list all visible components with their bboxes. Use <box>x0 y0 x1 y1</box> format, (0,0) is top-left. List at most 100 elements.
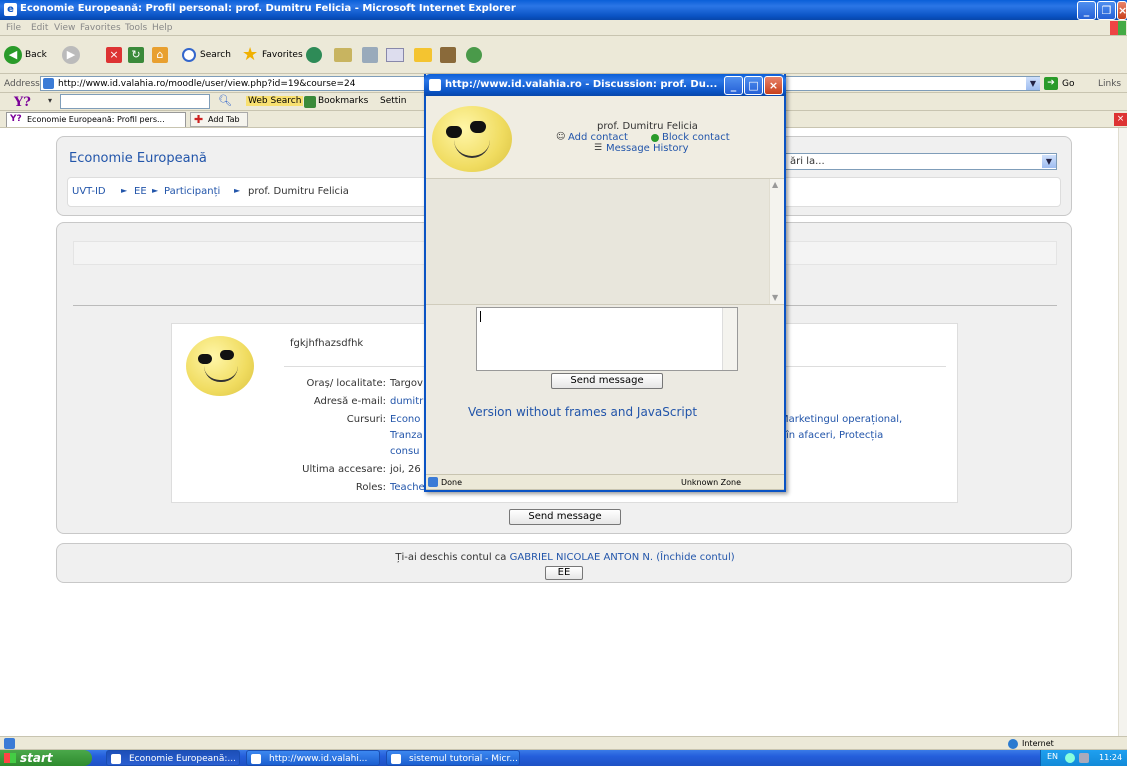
breadcrumb-sep-1: ► <box>121 186 128 195</box>
courses-value-1[interactable]: Econo <box>390 414 420 425</box>
go-arrow-icon[interactable]: ➔ <box>1044 77 1058 90</box>
tray-icon-2[interactable] <box>1079 753 1089 763</box>
textarea-scrollbar[interactable] <box>722 308 737 370</box>
popup-minimize-button[interactable]: _ <box>724 76 743 95</box>
scroll-down-icon[interactable]: ▼ <box>772 293 778 302</box>
courses-right-2[interactable]: în afaceri, Protecția <box>786 430 883 441</box>
folder-icon[interactable] <box>414 48 432 62</box>
back-icon[interactable]: ◀ <box>4 46 22 64</box>
stop-icon[interactable]: × <box>106 47 122 63</box>
close-button[interactable]: × <box>1117 1 1127 20</box>
menu-tools[interactable]: Tools <box>125 23 147 33</box>
ie-icon: e <box>4 3 17 16</box>
compose-pane: Send message Version without frames and … <box>426 304 784 474</box>
edit-icon[interactable] <box>386 48 404 62</box>
menu-edit[interactable]: Edit <box>31 23 48 33</box>
yahoo-bookmarks[interactable]: Bookmarks <box>318 96 368 106</box>
email-value[interactable]: dumitr <box>390 396 423 407</box>
message-history-link[interactable]: Message History <box>606 143 689 154</box>
search-label[interactable]: Search <box>200 50 231 60</box>
menu-file[interactable]: File <box>6 23 21 33</box>
breadcrumb-ee[interactable]: EE <box>134 186 147 197</box>
taskbar-item-2-label: http://www.id.valahi... <box>269 754 368 764</box>
breadcrumb-participants[interactable]: Participanți <box>164 186 220 197</box>
yahoo-search-icon[interactable]: 🔍︎ <box>218 94 232 107</box>
refresh-icon[interactable]: ↻ <box>128 47 144 63</box>
browser-title-bar[interactable]: e Economie Europeană: Profil personal: p… <box>0 0 1127 20</box>
message-history-pane: ▲ ▼ <box>426 178 784 305</box>
yahoo-logo-icon[interactable]: Y? <box>14 95 31 110</box>
menu-favorites[interactable]: Favorites <box>80 23 121 33</box>
logout-link[interactable]: (Închide contul) <box>656 552 734 563</box>
yahoo-dropdown-icon[interactable]: ▾ <box>48 96 52 105</box>
yahoo-web-search[interactable]: Web Search <box>246 96 304 106</box>
minimize-button[interactable]: _ <box>1077 1 1096 20</box>
history-icon[interactable] <box>306 47 322 63</box>
page-footer: Ți-ai deschis contul ca GABRIEL NICOLAE … <box>56 543 1072 583</box>
favorites-star-icon[interactable]: ★ <box>242 44 258 65</box>
breadcrumb-sep-2: ► <box>152 186 159 195</box>
status-page-icon <box>4 738 15 749</box>
popup-ie-icon <box>429 79 441 91</box>
messenger-icon[interactable] <box>466 47 482 63</box>
forward-icon[interactable]: ▶ <box>62 46 80 64</box>
send-message-button[interactable]: Send message <box>509 509 621 525</box>
popup-send-button[interactable]: Send message <box>551 373 663 389</box>
popup-maximize-button[interactable]: □ <box>744 76 763 95</box>
menu-view[interactable]: View <box>54 23 75 33</box>
mail-icon[interactable] <box>334 48 352 62</box>
restore-button[interactable]: ❐ <box>1097 1 1116 20</box>
popup-title: http://www.id.valahia.ro - Discussion: p… <box>445 79 718 90</box>
courses-value-2[interactable]: Tranza <box>390 430 423 441</box>
popup-title-bar[interactable]: http://www.id.valahia.ro - Discussion: p… <box>424 74 786 96</box>
system-tray: EN 11:24 <box>1040 750 1127 766</box>
go-button[interactable]: Go <box>1062 79 1074 89</box>
breadcrumb-uvt[interactable]: UVT-ID <box>72 186 106 197</box>
block-contact-link[interactable]: Block contact <box>662 132 730 143</box>
courses-value-3[interactable]: consu <box>390 446 420 457</box>
taskbar-word-icon <box>391 754 401 764</box>
scroll-up-icon[interactable]: ▲ <box>772 180 778 189</box>
close-tab-icon[interactable]: × <box>1114 113 1127 126</box>
jump-dropdown-icon[interactable]: ▼ <box>1042 155 1056 168</box>
address-dropdown-icon[interactable]: ▼ <box>1026 77 1040 90</box>
popup-header: prof. Dumitru Felicia ☺ Add contact Bloc… <box>426 96 784 178</box>
tray-icon-1[interactable] <box>1065 753 1075 763</box>
roles-value[interactable]: Teache <box>390 482 425 493</box>
browser-tab[interactable]: Y? Economie Europeană: Profil pers... <box>6 112 186 127</box>
add-contact-icon: ☺ <box>556 132 566 142</box>
footer-ee-button[interactable]: EE <box>545 566 583 580</box>
start-button[interactable]: start <box>0 750 92 766</box>
yahoo-search-input[interactable] <box>60 94 210 109</box>
menu-help[interactable]: Help <box>152 23 173 33</box>
email-label: Adresă e-mail: <box>313 396 386 407</box>
history-scrollbar[interactable]: ▲ ▼ <box>769 179 784 305</box>
popup-close-button[interactable]: × <box>764 76 783 95</box>
home-icon[interactable]: ⌂ <box>152 47 168 63</box>
bookmarks-icon[interactable] <box>304 96 316 108</box>
discussion-popup: http://www.id.valahia.ro - Discussion: p… <box>424 74 786 492</box>
taskbar-item-1[interactable]: Economie Europeană:... <box>106 750 240 766</box>
add-contact-link[interactable]: Add contact <box>568 132 628 143</box>
lang-indicator[interactable]: EN <box>1047 752 1058 761</box>
popup-status-done: Done <box>441 478 463 487</box>
no-frames-link[interactable]: Version without frames and JavaScript <box>468 405 697 419</box>
taskbar-item-2[interactable]: http://www.id.valahi... <box>246 750 380 766</box>
message-textarea[interactable] <box>476 307 738 371</box>
add-tab-button[interactable]: ✚ Add Tab <box>190 112 248 127</box>
search-icon[interactable] <box>182 48 196 62</box>
links-label[interactable]: Links <box>1098 79 1121 89</box>
favorites-label[interactable]: Favorites <box>262 50 303 60</box>
yahoo-settings[interactable]: Settin <box>380 96 407 106</box>
page-scrollbar[interactable] <box>1118 128 1127 736</box>
back-label[interactable]: Back <box>25 50 47 60</box>
footer-user-link[interactable]: GABRIEL NICOLAE ANTON N. <box>510 552 653 563</box>
courses-right-1[interactable]: Marketingul operațional, <box>780 414 902 425</box>
footer-line: Ți-ai deschis contul ca GABRIEL NICOLAE … <box>57 552 1073 563</box>
jump-to-select[interactable]: ări la... ▼ <box>785 153 1057 170</box>
course-title[interactable]: Economie Europeană <box>69 151 207 166</box>
taskbar-item-3[interactable]: sistemul tutorial - Micr... <box>386 750 520 766</box>
print-icon[interactable] <box>362 47 378 63</box>
menu-bar: File Edit View Favorites Tools Help <box>0 20 1127 36</box>
research-icon[interactable] <box>440 47 456 63</box>
